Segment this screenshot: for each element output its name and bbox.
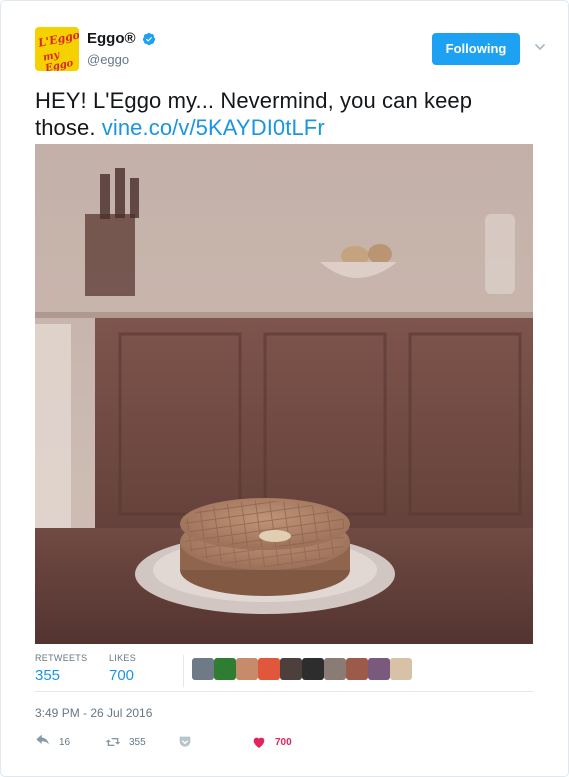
likes-label: LIKES: [109, 653, 137, 663]
tweet-text: HEY! L'Eggo my... Nevermind, you can kee…: [35, 87, 535, 141]
avatar-logo-text-2: my Eggo: [42, 49, 75, 71]
avatar[interactable]: L'Eggo my Eggo: [35, 27, 79, 71]
heart-icon: [253, 737, 265, 748]
stats-divider: [183, 655, 184, 687]
retweet-icon: [105, 738, 121, 746]
tweet-header: L'Eggo my Eggo Eggo® @eggo Following: [35, 27, 546, 73]
following-button[interactable]: Following: [432, 33, 520, 65]
retweet-action[interactable]: 355: [105, 733, 146, 751]
liker-avatar[interactable]: [390, 658, 412, 680]
divider: [35, 691, 533, 692]
reply-count: 16: [59, 736, 71, 748]
liker-avatar[interactable]: [258, 658, 280, 680]
liker-avatar[interactable]: [324, 658, 346, 680]
tweet-actions: 16 355 700: [35, 733, 335, 751]
tweet-media-video[interactable]: [35, 144, 533, 644]
liker-avatar[interactable]: [236, 658, 258, 680]
liker-avatar[interactable]: [368, 658, 390, 680]
verified-badge-icon: [142, 32, 156, 45]
like-count: 700: [275, 736, 292, 748]
waffle-photo: [35, 144, 533, 644]
liker-avatar[interactable]: [302, 658, 324, 680]
likes-stat[interactable]: LIKES 700: [109, 653, 136, 684]
liker-avatar[interactable]: [192, 658, 214, 680]
chevron-down-icon[interactable]: [534, 41, 546, 53]
likes-count: 700: [109, 667, 135, 684]
tweet-card: L'Eggo my Eggo Eggo® @eggo Following HEY…: [0, 0, 569, 777]
liker-avatars: [192, 658, 412, 682]
reply-icon: [36, 734, 49, 745]
screen-name[interactable]: @eggo: [87, 52, 156, 67]
display-name[interactable]: Eggo®: [87, 30, 136, 47]
liker-avatar[interactable]: [280, 658, 302, 680]
tweet-stats: RETWEETS 355 LIKES 700: [35, 653, 533, 693]
liker-avatar[interactable]: [346, 658, 368, 680]
like-action[interactable]: 700: [251, 733, 292, 751]
retweets-count: 355: [35, 667, 61, 684]
share-action[interactable]: [177, 733, 201, 751]
reply-action[interactable]: 16: [35, 733, 70, 751]
liker-avatar[interactable]: [214, 658, 236, 680]
retweet-count: 355: [129, 736, 146, 748]
tweet-timestamp[interactable]: 3:49 PM - 26 Jul 2016: [35, 706, 152, 720]
pocket-share-icon: [179, 736, 191, 747]
vine-link[interactable]: vine.co/v/5KAYDI0tLFr: [102, 115, 325, 140]
retweets-label: RETWEETS: [35, 653, 88, 663]
user-names: Eggo® @eggo: [87, 30, 156, 67]
retweets-stat[interactable]: RETWEETS 355: [35, 653, 87, 684]
